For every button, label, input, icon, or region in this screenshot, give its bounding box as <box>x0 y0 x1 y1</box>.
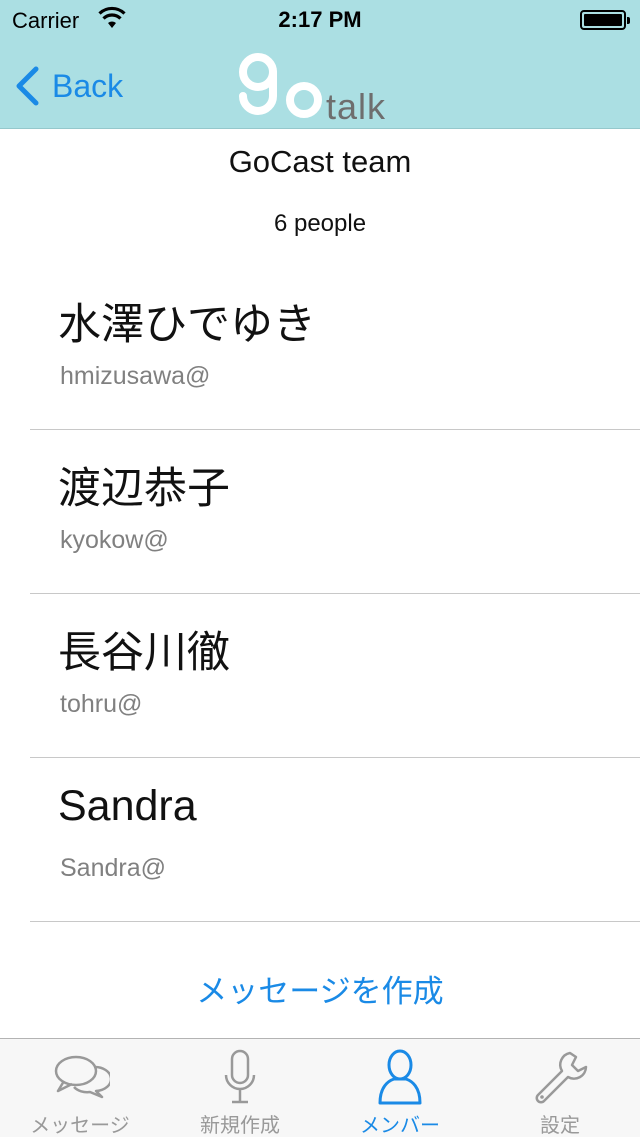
tab-bar: メッセージ 新規作成 メンバー 設定 <box>0 1038 640 1137</box>
chevron-left-icon <box>16 66 39 106</box>
navigation-bar: Carrier 2:17 PM Back talk <box>0 0 640 129</box>
back-button-label: Back <box>52 67 124 104</box>
tab-new-label: 新規作成 <box>200 1115 280 1137</box>
member-email: kyokow@ <box>60 526 169 554</box>
member-row[interactable]: 渡辺恭子 kyokow@ <box>0 430 640 594</box>
status-bar: Carrier 2:17 PM <box>0 0 640 40</box>
member-email: hmizusawa@ <box>60 362 211 390</box>
member-count: 6 people <box>273 210 367 237</box>
speech-bubbles-icon <box>54 1055 110 1099</box>
group-title: GoCast team <box>228 144 412 179</box>
compose-message-button[interactable]: メッセージを作成 <box>0 966 640 1011</box>
member-list: 水澤ひでゆき hmizusawa@ 渡辺恭子 kyokow@ 長谷川徹 tohr… <box>0 266 640 922</box>
member-row[interactable]: Sandra Sandra@ <box>0 758 640 922</box>
member-name: 水澤ひでゆき <box>58 301 316 349</box>
member-email: tohru@ <box>60 690 143 718</box>
person-icon <box>378 1049 422 1105</box>
member-name: 渡辺恭子 <box>58 465 230 513</box>
tab-messages-label: メッセージ <box>30 1115 130 1137</box>
tab-settings[interactable]: 設定 <box>480 1039 640 1137</box>
tab-new[interactable]: 新規作成 <box>160 1039 320 1137</box>
member-row[interactable]: 長谷川徹 tohru@ <box>0 594 640 758</box>
wrench-icon <box>535 1051 588 1104</box>
clock-time: 2:17 PM <box>278 7 362 32</box>
member-name: Sandra <box>58 782 197 830</box>
tab-settings-label: 設定 <box>540 1115 580 1137</box>
row-divider <box>30 921 640 922</box>
gotalk-logo: talk <box>234 50 404 127</box>
battery-icon <box>580 10 630 30</box>
member-email: Sandra@ <box>60 854 166 882</box>
tab-messages[interactable]: メッセージ <box>0 1039 160 1137</box>
logo-talk-text: talk <box>326 86 387 127</box>
member-row[interactable]: 水澤ひでゆき hmizusawa@ <box>0 266 640 430</box>
back-button[interactable]: Back <box>14 64 123 108</box>
member-name: 長谷川徹 <box>58 629 230 677</box>
tab-members-label: メンバー <box>360 1115 440 1137</box>
microphone-icon <box>224 1049 256 1104</box>
go-logo-icon <box>239 53 322 118</box>
tab-members[interactable]: メンバー <box>320 1039 480 1137</box>
